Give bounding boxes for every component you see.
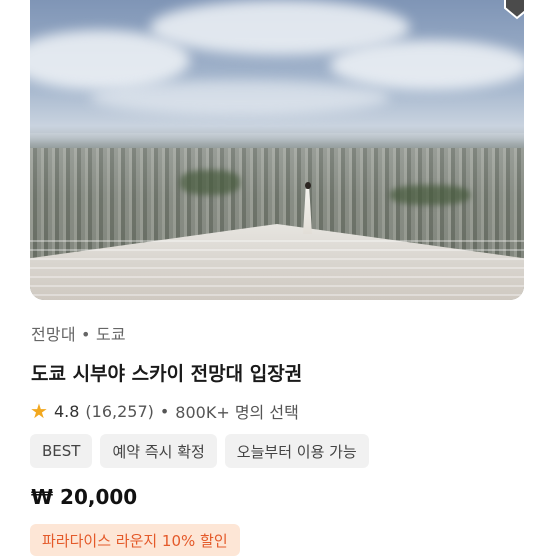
tag-best: BEST [30,434,93,468]
person-figure [302,182,312,234]
traveller-count: 800K+ 명의 선택 [175,403,299,422]
product-category: 전망대 • 도쿄 [31,325,126,344]
separator: • [159,401,170,421]
product-card[interactable]: 전망대 • 도쿄 도쿄 시부야 스카이 전망대 입장권 ★ 4.8 (16,25… [0,0,554,556]
product-price: ₩ 20,000 [31,485,138,509]
tag-available-today: 오늘부터 이용 가능 [224,434,369,468]
tag-instant-confirm: 예약 즉시 확정 [100,434,217,468]
bookmark-icon[interactable] [500,0,524,20]
tag-list: BEST 예약 즉시 확정 오늘부터 이용 가능 [30,434,369,468]
rating-value: 4.8 [53,401,80,421]
promo-badge: 파라다이스 라운지 10% 할인 [30,524,240,556]
deck-stripes [30,240,524,300]
rating-row: ★ 4.8 (16,257) • 800K+ 명의 선택 [30,399,299,423]
review-count: (16,257) [85,401,154,421]
park [390,185,470,205]
product-title[interactable]: 도쿄 시부야 스카이 전망대 입장권 [31,359,302,386]
cloud [330,40,524,90]
park [180,170,240,195]
cloud [90,80,390,115]
product-image[interactable] [30,0,524,300]
star-icon: ★ [30,399,48,423]
